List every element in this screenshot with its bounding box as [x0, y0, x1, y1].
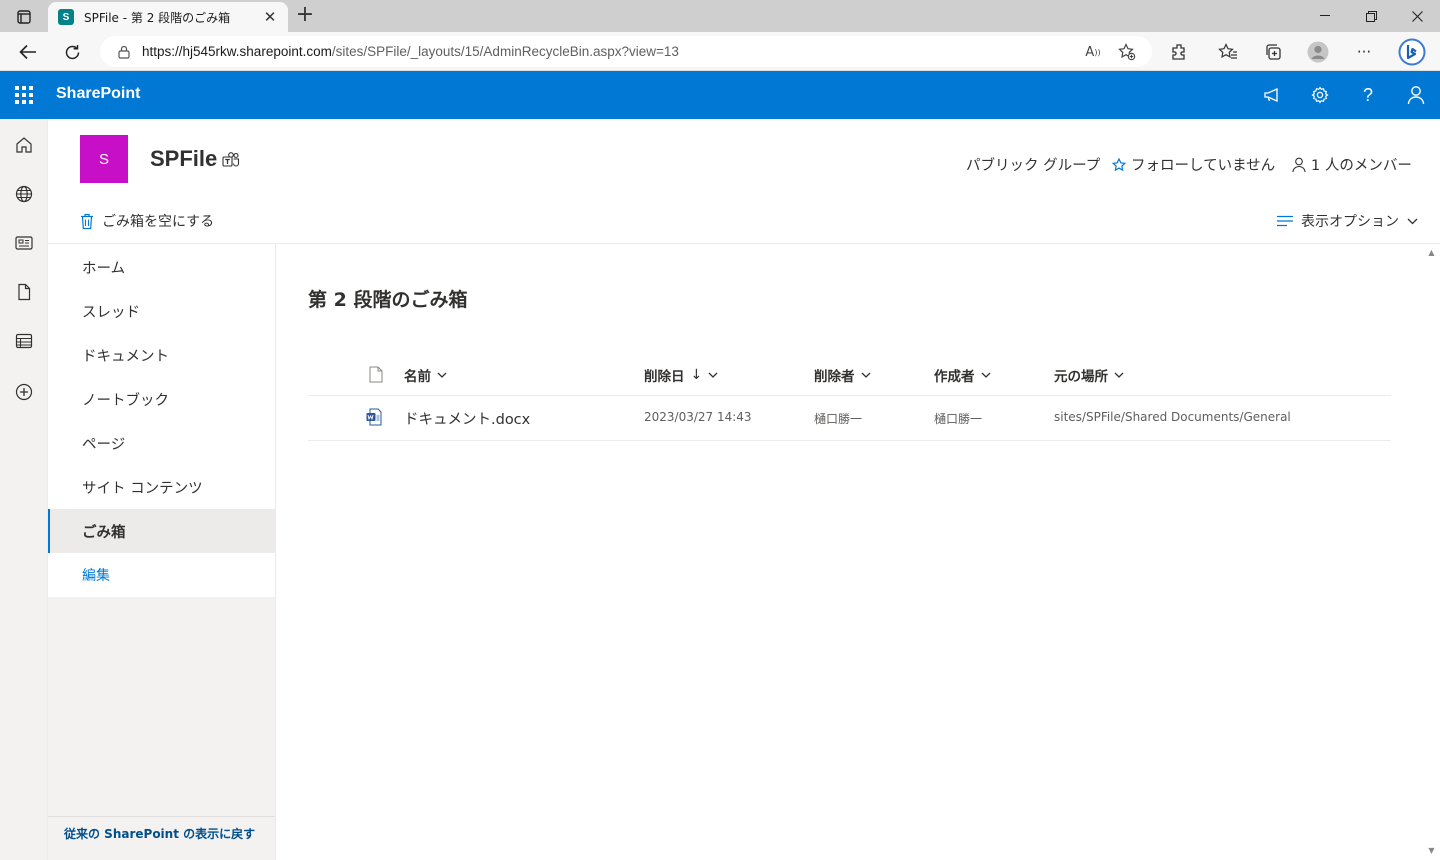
- site-logo[interactable]: S: [80, 135, 128, 183]
- nav-edit-link[interactable]: 編集: [48, 553, 275, 597]
- follow-button[interactable]: フォローしていません: [1112, 154, 1275, 175]
- column-deleted-by-label: 削除者: [814, 369, 855, 385]
- browser-tab-active[interactable]: S SPFile - 第 2 段階のごみ箱 ✕: [48, 2, 288, 32]
- view-options-label: 表示オプション: [1301, 214, 1399, 230]
- teams-icon[interactable]: [222, 152, 240, 168]
- deleted-date-cell: 2023/03/27 14:43: [644, 410, 752, 424]
- more-options-icon[interactable]: ···: [1352, 40, 1376, 64]
- chevron-down-icon: [437, 372, 447, 378]
- column-header-deleted-by[interactable]: 削除者: [814, 365, 871, 385]
- suite-app-name[interactable]: SharePoint: [56, 85, 140, 103]
- settings-gear-icon[interactable]: [1308, 83, 1332, 107]
- nav-item-documents[interactable]: ドキュメント: [48, 333, 275, 377]
- account-person-icon[interactable]: [1404, 83, 1428, 107]
- favorites-icon[interactable]: [1216, 40, 1240, 64]
- word-document-icon: [366, 408, 382, 426]
- trash-icon: [80, 213, 94, 230]
- url-path: /sites/SPFile/_layouts/15/AdminRecycleBi…: [331, 44, 679, 59]
- column-deleted-date-label: 削除日: [644, 369, 685, 385]
- vertical-scrollbar[interactable]: ▲ ▼: [1423, 244, 1440, 860]
- suite-bar: SharePoint ?: [0, 71, 1440, 119]
- column-created-by-label: 作成者: [934, 369, 975, 385]
- tab-title: SPFile - 第 2 段階のごみ箱: [84, 10, 231, 25]
- nav-footer-divider: [48, 816, 275, 817]
- star-icon: [1112, 157, 1126, 172]
- url-host: https://hj545rkw.sharepoint.com: [142, 44, 332, 59]
- empty-recycle-bin-button[interactable]: ごみ箱を空にする: [80, 211, 214, 231]
- sort-descending-arrow-icon: ↓: [690, 367, 703, 383]
- url-field[interactable]: https://hj545rkw.sharepoint.com/sites/SP…: [100, 36, 1152, 67]
- nav-item-recycle-bin[interactable]: ごみ箱: [48, 509, 275, 553]
- help-question-icon[interactable]: ?: [1356, 83, 1380, 107]
- column-header-name[interactable]: 名前: [404, 365, 447, 385]
- chevron-down-icon: [1114, 372, 1124, 378]
- column-header-original-location[interactable]: 元の場所: [1054, 365, 1124, 385]
- restore-button[interactable]: [1348, 0, 1394, 32]
- new-tab-button[interactable]: +: [292, 4, 318, 28]
- column-header-created-by[interactable]: 作成者: [934, 365, 991, 385]
- lists-icon[interactable]: [12, 329, 36, 353]
- view-options-button[interactable]: 表示オプション: [1277, 211, 1418, 231]
- nav-item-site-contents[interactable]: サイト コンテンツ: [48, 465, 275, 509]
- person-icon: [1292, 157, 1306, 173]
- minimize-button[interactable]: [1302, 0, 1348, 32]
- url-text: https://hj545rkw.sharepoint.com/sites/SP…: [142, 44, 679, 59]
- classic-view-link[interactable]: 従来の SharePoint の表示に戻す: [64, 825, 255, 842]
- tab-actions-icon[interactable]: [8, 6, 40, 28]
- page-title: 第 2 段階のごみ箱: [308, 289, 468, 311]
- back-arrow-icon[interactable]: [13, 37, 43, 67]
- follow-label: フォローしていません: [1131, 158, 1276, 174]
- column-header-deleted-date[interactable]: 削除日 ↓: [644, 365, 718, 385]
- table-row[interactable]: ドキュメント.docx 2023/03/27 14:43 樋口勝一 樋口勝一 s…: [308, 397, 1391, 441]
- scroll-up-arrow-icon[interactable]: ▲: [1427, 248, 1436, 257]
- lock-icon: [118, 45, 130, 59]
- refresh-icon[interactable]: [57, 37, 87, 67]
- files-icon[interactable]: [12, 280, 36, 304]
- tab-close-icon[interactable]: ✕: [262, 8, 278, 26]
- chevron-down-icon: [861, 372, 871, 378]
- browser-address-bar: https://hj545rkw.sharepoint.com/sites/SP…: [0, 32, 1440, 71]
- members-button[interactable]: 1 人のメンバー: [1292, 154, 1412, 175]
- nav-item-pages[interactable]: ページ: [48, 421, 275, 465]
- home-icon[interactable]: [12, 133, 36, 157]
- group-type-label: パブリック グループ: [966, 154, 1100, 175]
- file-name-link[interactable]: ドキュメント.docx: [404, 408, 530, 429]
- close-window-button[interactable]: [1394, 0, 1440, 32]
- read-aloud-icon[interactable]: A)): [1084, 43, 1102, 61]
- column-name-label: 名前: [404, 369, 431, 385]
- created-by-cell: 樋口勝一: [934, 412, 983, 426]
- deleted-by-cell: 樋口勝一: [814, 412, 863, 426]
- globe-sites-icon[interactable]: [12, 182, 36, 206]
- app-launcher-icon[interactable]: [12, 83, 36, 107]
- chevron-down-icon: [1407, 218, 1418, 225]
- sharepoint-app-bar: [0, 119, 48, 860]
- empty-recycle-bin-label: ごみ箱を空にする: [102, 214, 215, 230]
- nav-item-notebook[interactable]: ノートブック: [48, 377, 275, 421]
- chevron-down-icon: [708, 372, 718, 378]
- profile-avatar-icon[interactable]: [1306, 40, 1330, 64]
- collections-icon[interactable]: [1261, 40, 1285, 64]
- nav-item-threads[interactable]: スレッド: [48, 289, 275, 333]
- create-add-icon[interactable]: [12, 380, 36, 404]
- add-favorite-icon[interactable]: [1118, 43, 1136, 61]
- news-icon[interactable]: [12, 231, 36, 255]
- megaphone-icon[interactable]: [1260, 83, 1284, 107]
- nav-item-home[interactable]: ホーム: [48, 245, 275, 289]
- column-original-location-label: 元の場所: [1054, 369, 1108, 385]
- extensions-icon[interactable]: [1167, 40, 1191, 64]
- site-name[interactable]: SPFile: [150, 146, 217, 172]
- view-lines-icon: [1277, 215, 1293, 227]
- sharepoint-favicon-icon: S: [58, 9, 74, 25]
- list-header-row: 名前 削除日 ↓ 削除者 作成者 元の場所: [308, 352, 1391, 396]
- original-location-cell: sites/SPFile/Shared Documents/General: [1054, 410, 1291, 424]
- group-type-text: パブリック グループ: [966, 158, 1101, 174]
- browser-tab-strip: S SPFile - 第 2 段階のごみ箱 ✕ +: [0, 0, 1440, 32]
- chevron-down-icon: [981, 372, 991, 378]
- scroll-down-arrow-icon[interactable]: ▼: [1427, 846, 1436, 855]
- bing-copilot-icon[interactable]: [1398, 37, 1426, 67]
- left-navigation: ホーム スレッド ドキュメント ノートブック ページ サイト コンテンツ ごみ箱…: [48, 244, 276, 860]
- members-label: 1 人のメンバー: [1311, 158, 1412, 174]
- file-type-column-icon[interactable]: [369, 366, 383, 387]
